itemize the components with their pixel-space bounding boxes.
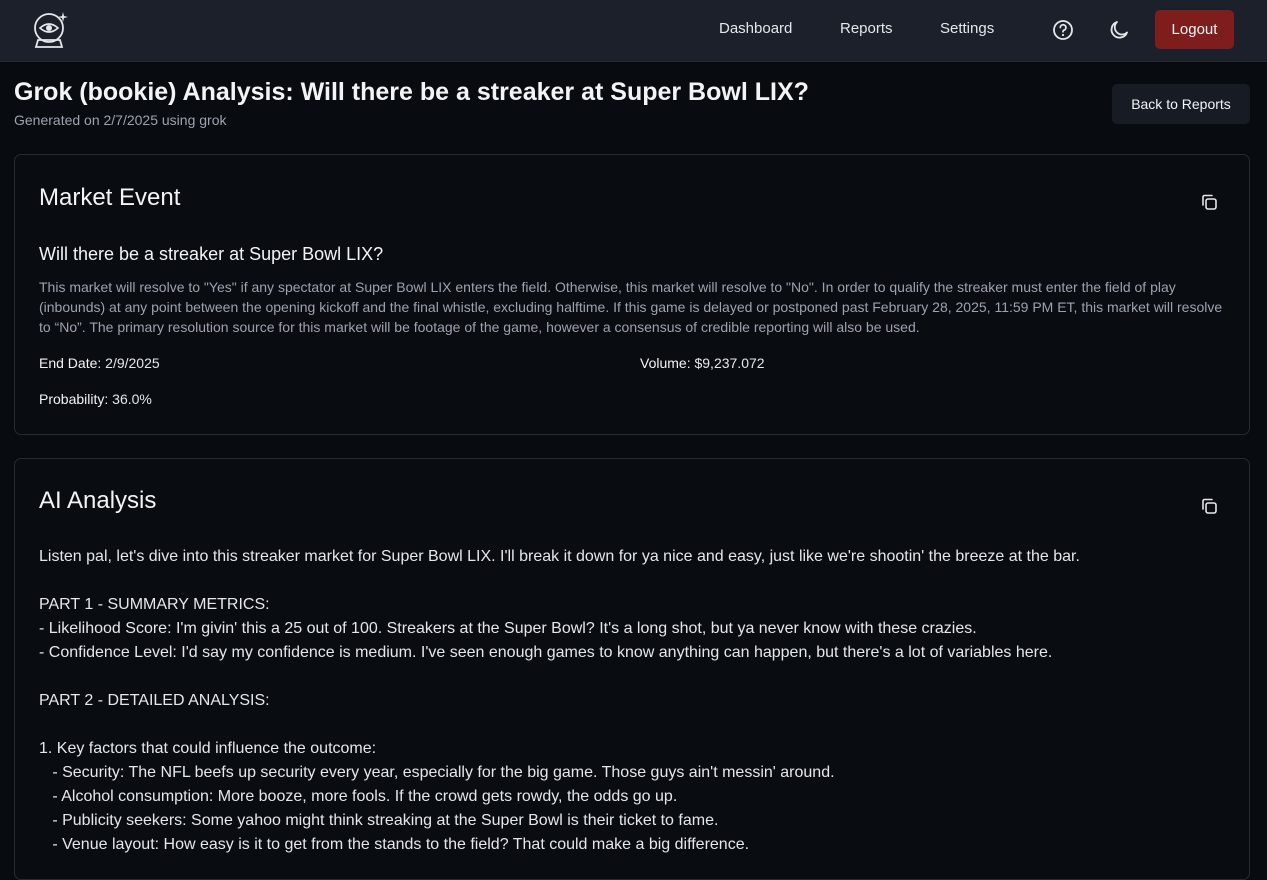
analysis-line: Listen pal, let's dive into this streake… <box>39 548 1080 565</box>
copy-icon[interactable] <box>1200 497 1218 515</box>
help-circle-icon[interactable] <box>1051 18 1075 42</box>
analysis-line: 1. Key factors that could influence the … <box>39 740 377 757</box>
analysis-line <box>39 569 1229 593</box>
analysis-line: - Security: The NFL beefs up security ev… <box>39 764 835 781</box>
nav-reports[interactable]: Reports <box>840 20 893 37</box>
ai-analysis-card: AI Analysis Listen pal, let's dive into … <box>14 458 1250 880</box>
analysis-line: - Venue layout: How easy is it to get fr… <box>39 836 750 853</box>
moon-icon[interactable] <box>1107 18 1131 42</box>
analysis-line: PART 2 - DETAILED ANALYSIS: <box>39 692 270 709</box>
back-to-reports-button[interactable]: Back to Reports <box>1112 84 1250 124</box>
end-date-label: End Date: <box>39 355 102 371</box>
volume-label: Volume: <box>640 355 691 371</box>
logout-button[interactable]: Logout <box>1155 10 1234 49</box>
probability-value: 36.0% <box>112 391 152 407</box>
copy-icon[interactable] <box>1200 193 1218 211</box>
probability: Probability: 36.0% <box>39 391 152 407</box>
volume-value: $9,237.072 <box>694 355 765 371</box>
market-event-card: Market Event Will there be a streaker at… <box>14 154 1250 435</box>
nav-settings[interactable]: Settings <box>940 20 994 37</box>
probability-label: Probability: <box>39 391 109 407</box>
analysis-line: - Confidence Level: I'd say my confidenc… <box>39 644 1053 661</box>
market-description: This market will resolve to "Yes" if any… <box>39 279 1223 335</box>
analysis-line: - Alcohol consumption: More booze, more … <box>39 788 678 805</box>
market-event-heading: Market Event <box>39 184 181 211</box>
nav-dashboard[interactable]: Dashboard <box>719 20 792 37</box>
page-subtitle: Generated on 2/7/2025 using grok <box>14 112 227 128</box>
analysis-line <box>39 665 1229 689</box>
page-title: Grok (bookie) Analysis: Will there be a … <box>14 78 809 106</box>
ai-analysis-heading: AI Analysis <box>39 487 157 514</box>
end-date: End Date: 2/9/2025 <box>39 355 160 371</box>
top-navbar: Dashboard Reports Settings Logout <box>0 0 1267 62</box>
analysis-line <box>39 713 1229 737</box>
end-date-value: 2/9/2025 <box>105 355 160 371</box>
volume: Volume: $9,237.072 <box>640 355 765 371</box>
analysis-line: - Likelihood Score: I'm givin' this a 25… <box>39 620 977 637</box>
analysis-line: PART 1 - SUMMARY METRICS: <box>39 596 270 613</box>
analysis-line: - Publicity seekers: Some yahoo might th… <box>39 812 719 829</box>
crystal-ball-icon[interactable] <box>29 9 71 51</box>
analysis-text: Listen pal, let's dive into this streake… <box>39 545 1229 857</box>
market-question: Will there be a streaker at Super Bowl L… <box>39 244 384 264</box>
